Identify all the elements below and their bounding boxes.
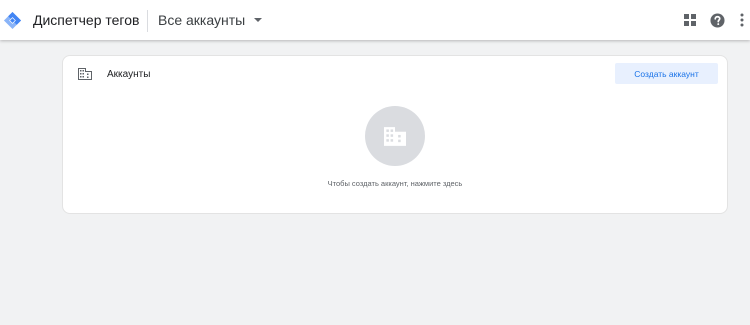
empty-state-illustration[interactable] (365, 106, 425, 166)
header-divider (147, 10, 148, 32)
top-app-bar: Диспетчер тегов Все аккаунты (0, 0, 750, 40)
create-account-button[interactable]: Создать аккаунт (615, 63, 718, 84)
app-title: Диспетчер тегов (33, 12, 140, 28)
help-icon[interactable] (709, 12, 725, 28)
building-icon (384, 126, 406, 146)
accounts-card-title: Аккаунты (107, 69, 151, 80)
accounts-card: Аккаунты Создать аккаунт Чтобы создать а… (62, 55, 728, 214)
account-selector-label: Все аккаунты (158, 12, 246, 28)
dropdown-arrow-icon (254, 18, 263, 22)
more-vert-icon[interactable] (734, 12, 750, 28)
building-icon (78, 68, 92, 80)
empty-state-message[interactable]: Чтобы создать аккаунт, нажмите здесь (63, 179, 727, 188)
account-selector[interactable]: Все аккаунты (152, 7, 268, 33)
apps-grid-icon[interactable] (682, 12, 698, 28)
tag-manager-logo-icon[interactable] (3, 11, 22, 30)
